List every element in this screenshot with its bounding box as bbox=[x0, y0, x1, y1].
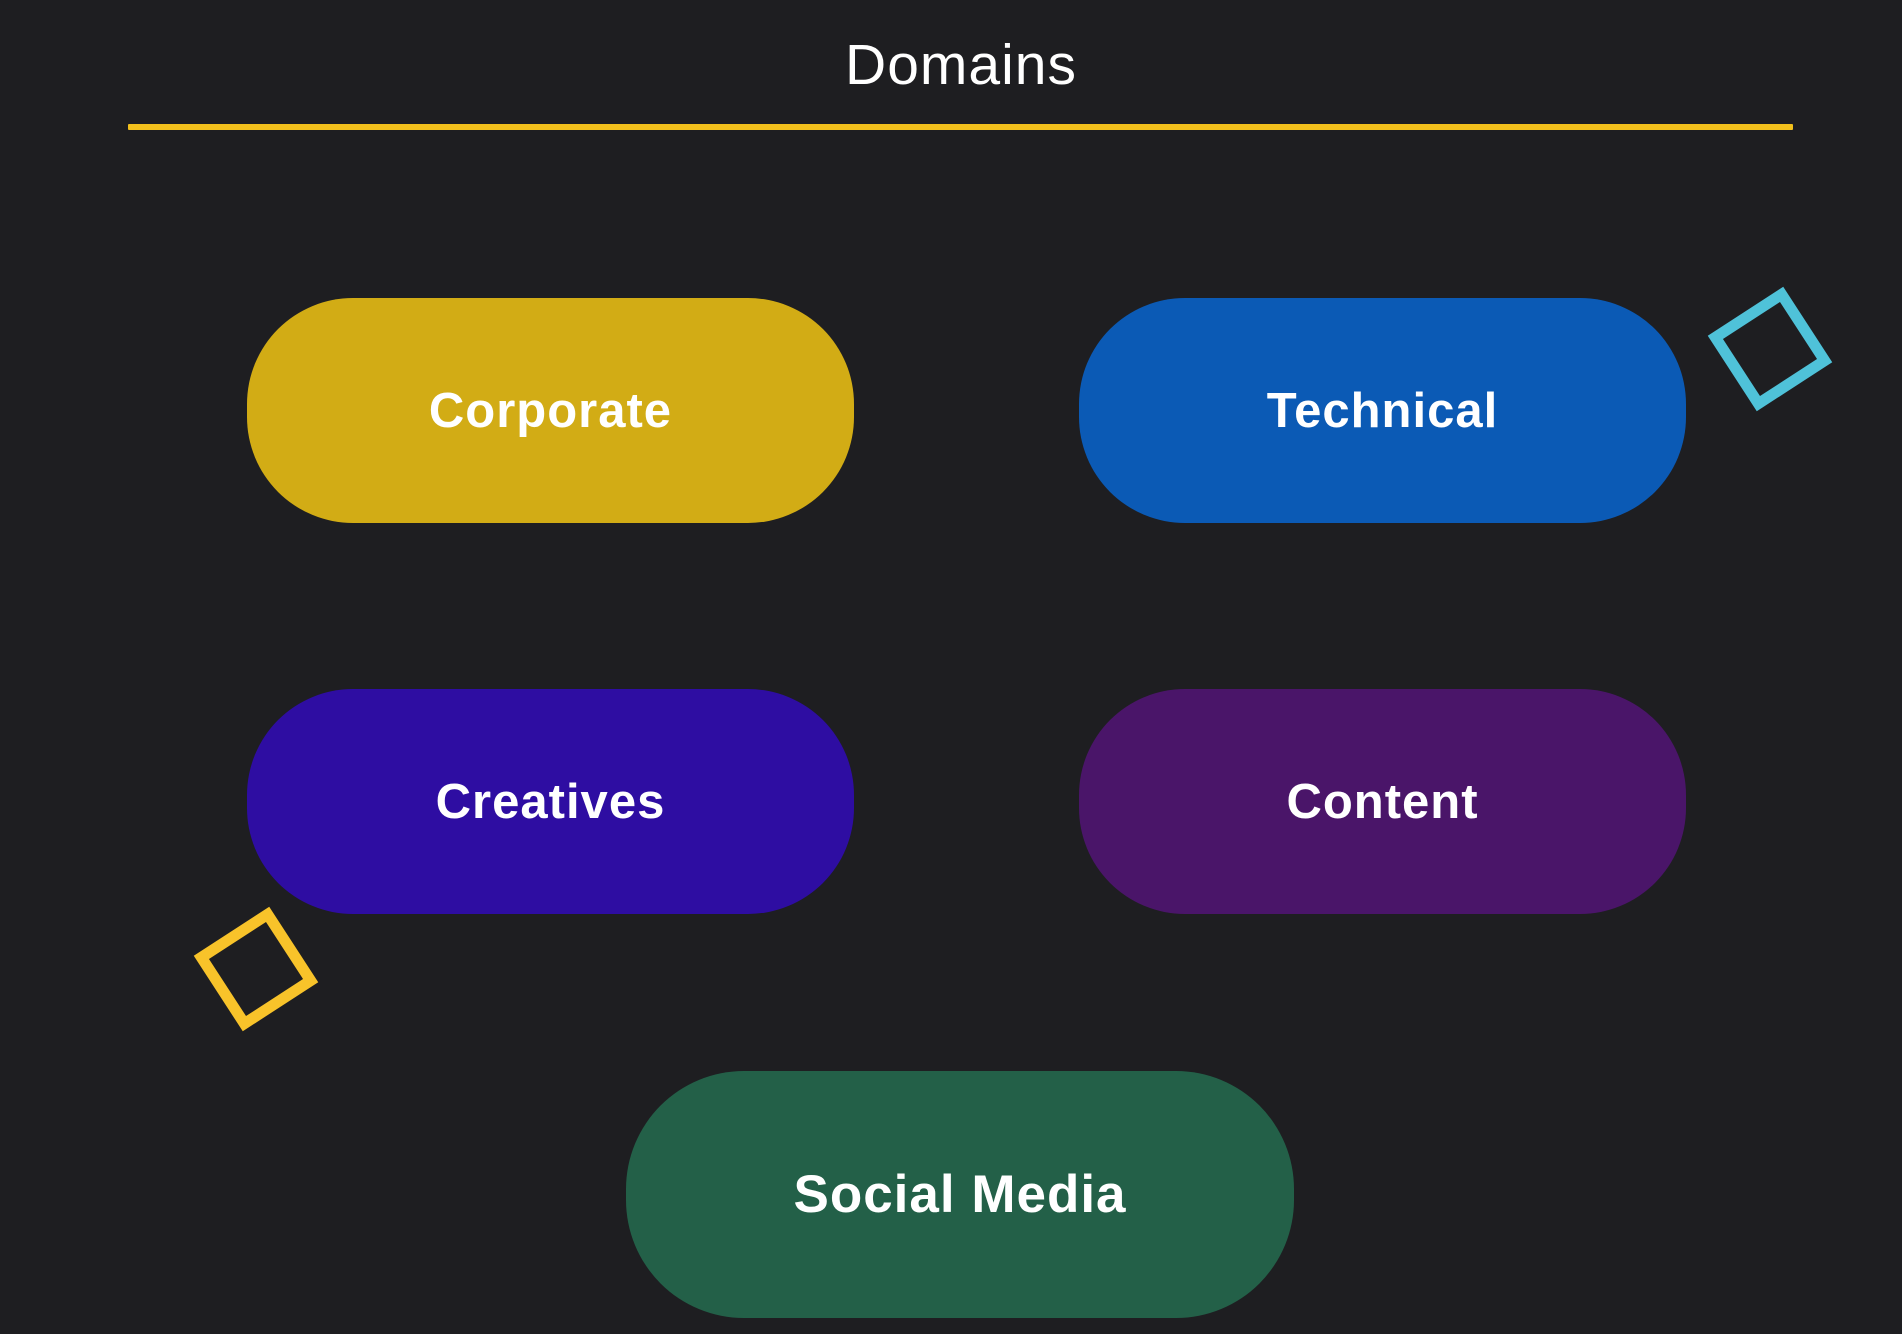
domain-label-content: Content bbox=[1286, 774, 1479, 829]
domain-button-technical[interactable]: Technical bbox=[1079, 298, 1686, 523]
domains-page: Domains Corporate Technical Creatives Co… bbox=[0, 0, 1902, 1334]
domain-label-creatives: Creatives bbox=[435, 774, 666, 829]
domain-button-creatives[interactable]: Creatives bbox=[247, 689, 854, 914]
domain-label-corporate: Corporate bbox=[428, 383, 673, 438]
yellow-square-decoration-icon bbox=[193, 906, 319, 1032]
domain-label-social-media: Social Media bbox=[793, 1165, 1127, 1224]
page-title: Domains bbox=[845, 33, 1077, 97]
domain-button-content[interactable]: Content bbox=[1079, 689, 1686, 914]
domain-button-corporate[interactable]: Corporate bbox=[247, 298, 854, 523]
title-divider bbox=[128, 124, 1793, 130]
domain-label-technical: Technical bbox=[1266, 383, 1499, 438]
cyan-square-decoration-icon bbox=[1707, 286, 1833, 412]
domain-button-social-media[interactable]: Social Media bbox=[626, 1071, 1294, 1318]
